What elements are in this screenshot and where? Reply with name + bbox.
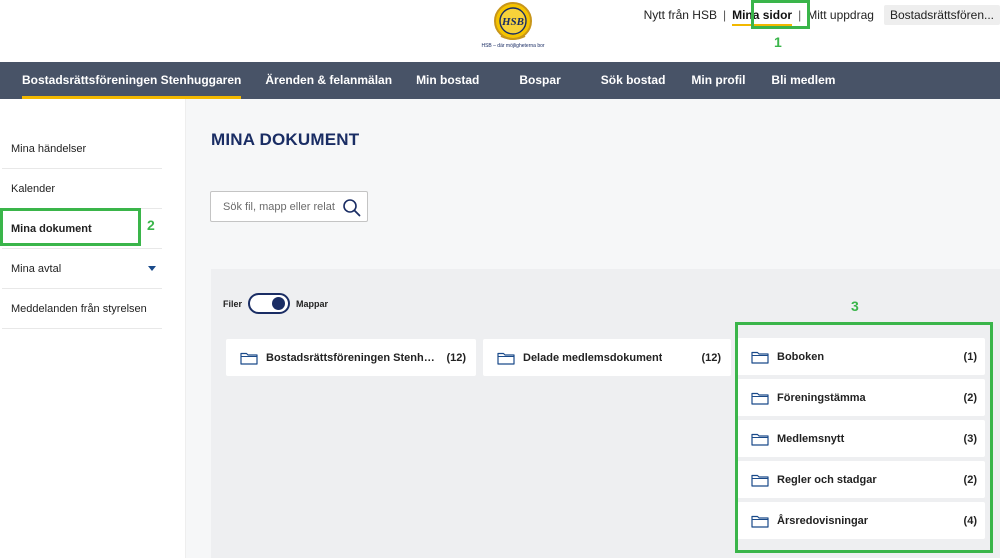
annotation-box-2 [0,208,141,246]
nav-item-bospar[interactable]: Bospar [507,62,588,99]
sidebar-item-kalender[interactable]: Kalender [2,169,162,209]
folder-icon [240,352,258,365]
nav-item-arenden[interactable]: Ärenden & felanmälan [253,62,404,99]
top-link-mitt-uppdrag[interactable]: Mitt uppdrag [801,7,880,23]
page: HSB HSB – där möjligheterna bor Nytt frå… [0,0,1000,558]
annotation-number-2: 2 [147,217,155,233]
main-nav: Bostadsrättsföreningen Stenhuggaren Ären… [0,62,1000,99]
nav-item-association[interactable]: Bostadsrättsföreningen Stenhuggaren [10,62,253,99]
sidebar-item-mina-avtal[interactable]: Mina avtal [2,249,162,289]
chevron-down-icon[interactable] [148,266,156,271]
toggle-label-filer: Filer [223,298,243,309]
nav-item-min-bostad[interactable]: Min bostad [404,62,507,99]
annotation-box-3 [735,322,993,553]
annotation-number-1: 1 [774,34,782,50]
folder-count: (12) [701,351,721,364]
search-icon[interactable] [342,198,361,217]
toggle-label-mappar: Mappar [296,298,329,309]
folder-name: Delade medlemsdokument [523,351,663,364]
page-title: MINA DOKUMENT [211,130,360,149]
top-header: HSB HSB – där möjligheterna bor Nytt frå… [0,0,1000,62]
view-toggle[interactable] [248,293,291,314]
association-selector[interactable]: Bostadsrättsfören... [883,5,1000,25]
view-toggle-row: Filer Mappar [223,293,328,314]
folder-card[interactable]: Delade medlemsdokument (12) [483,339,731,376]
toggle-knob [272,297,286,310]
sidebar: Mina händelser Kalender Mina dokument Mi… [0,99,186,558]
folder-icon [497,352,515,365]
folder-name: Bostadsrättsföreningen Stenhuggar... [266,351,440,364]
top-link-nytt-fran-hsb[interactable]: Nytt från HSB [638,7,723,23]
folder-card[interactable]: Bostadsrättsföreningen Stenhuggar... (12… [226,339,476,376]
nav-item-sok-bostad[interactable]: Sök bostad [589,62,680,99]
hsb-logo[interactable]: HSB HSB – där möjligheterna bor [468,2,558,54]
logo-tagline: HSB – där möjligheterna bor [481,43,545,49]
annotation-box-1 [751,0,810,29]
search-input[interactable] [223,199,335,215]
logo-emblem-icon: HSB [494,2,532,40]
sidebar-item-meddelanden[interactable]: Meddelanden från styrelsen [2,289,162,329]
logo-text: HSB [501,16,524,28]
top-links: Nytt från HSB | Mina sidor | Mitt uppdra… [638,5,1000,26]
annotation-number-3: 3 [851,298,859,314]
search-box [210,191,368,222]
nav-item-bli-medlem[interactable]: Bli medlem [759,62,847,99]
folder-count: (12) [446,351,466,364]
sidebar-item-mina-handelser[interactable]: Mina händelser [2,129,162,169]
sidebar-item-label: Mina avtal [11,263,62,275]
nav-item-min-profil[interactable]: Min profil [679,62,759,99]
